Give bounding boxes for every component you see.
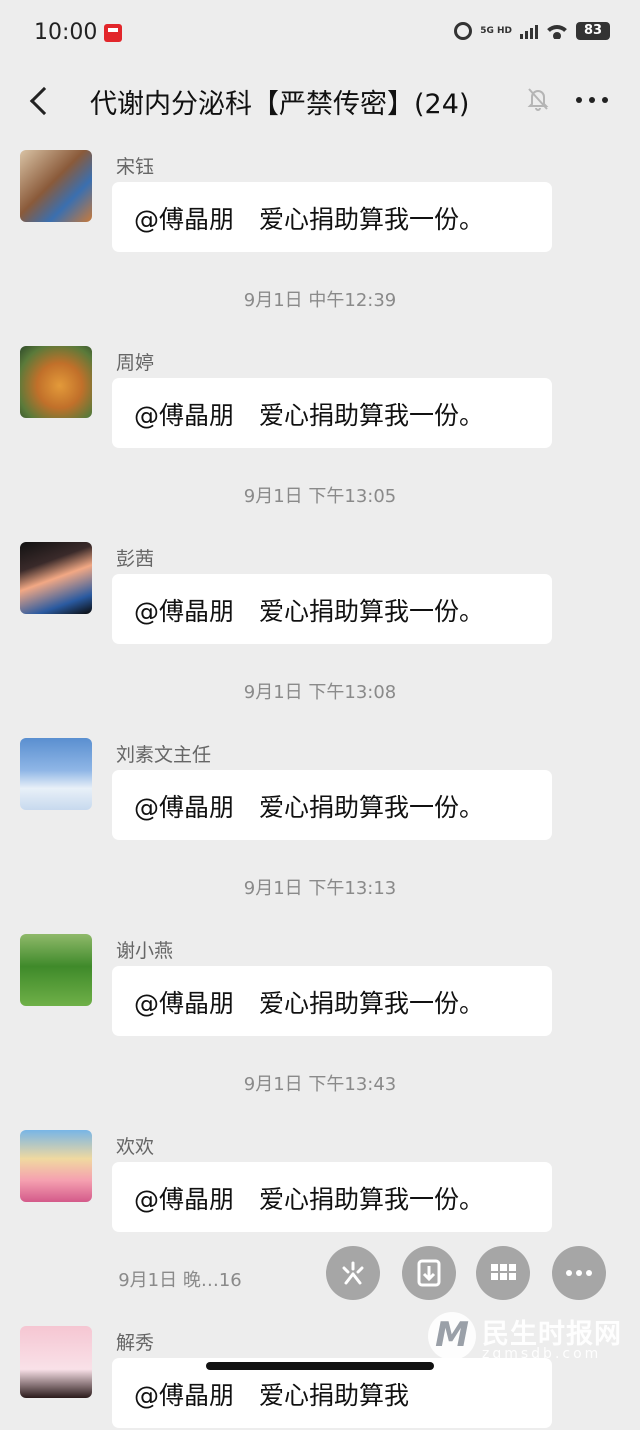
system-icons: 5G HD 83 xyxy=(454,22,610,40)
grid-icon[interactable] xyxy=(476,1246,530,1300)
message-bubble[interactable]: @傅晶朋 爱心捐助算我一份。 xyxy=(112,1162,552,1232)
battery-icon: 83 xyxy=(576,22,610,40)
message-text: @傅晶朋 爱心捐助算我一份。 xyxy=(134,989,485,1018)
sparkle-icon[interactable] xyxy=(326,1246,380,1300)
message-text: @傅晶朋 爱心捐助算我一份。 xyxy=(134,1185,485,1214)
app-notification-icon xyxy=(104,24,122,42)
message-item: 周婷 @傅晶朋 爱心捐助算我一份。 xyxy=(0,330,640,450)
alarm-icon xyxy=(454,22,473,40)
message-bubble[interactable]: @傅晶朋 爱心捐助算我一份。 xyxy=(112,182,552,252)
chat-header: 代谢内分泌科【严禁传密】(24) xyxy=(0,68,640,134)
message-item: 谢小燕 @傅晶朋 爱心捐助算我一份。 xyxy=(0,918,640,1038)
message-item: 宋钰 @傅晶朋 爱心捐助算我一份。 xyxy=(0,134,640,254)
message-bubble[interactable]: @傅晶朋 爱心捐助算我一份。 xyxy=(112,574,552,644)
timestamp: 9月1日 下午13:08 xyxy=(243,682,397,703)
avatar[interactable] xyxy=(20,1326,92,1398)
message-text: @傅晶朋 爱心捐助算我一份。 xyxy=(134,597,485,626)
timestamp: 9月1日 下午13:43 xyxy=(243,1074,397,1095)
message-item: 欢欢 @傅晶朋 爱心捐助算我一份。 xyxy=(0,1114,640,1234)
message-item: 刘素文主任 @傅晶朋 爱心捐助算我一份。 xyxy=(0,722,640,842)
timestamp: 9月1日 下午13:05 xyxy=(243,486,397,507)
status-time: 10:00 xyxy=(34,20,98,45)
sender-name: 周婷 xyxy=(116,352,155,374)
status-bar: 10:00 5G HD 83 xyxy=(0,0,640,68)
avatar[interactable] xyxy=(20,346,92,418)
sender-name: 解秀 xyxy=(116,1332,155,1354)
avatar[interactable] xyxy=(20,1130,92,1202)
avatar[interactable] xyxy=(20,542,92,614)
avatar[interactable] xyxy=(20,150,92,222)
message-bubble[interactable]: @傅晶朋 爱心捐助算我一份。 xyxy=(112,770,552,840)
watermark-logo-icon: M xyxy=(428,1312,476,1360)
sender-name: 刘素文主任 xyxy=(116,744,212,766)
bell-muted-icon xyxy=(526,86,550,112)
home-indicator[interactable] xyxy=(206,1362,434,1370)
message-item: 彭茜 @傅晶朋 爱心捐助算我一份。 xyxy=(0,526,640,646)
sender-name: 宋钰 xyxy=(116,156,155,178)
message-bubble[interactable]: @傅晶朋 爱心捐助算我一份。 xyxy=(112,966,552,1036)
message-text: @傅晶朋 爱心捐助算我一份。 xyxy=(134,401,485,430)
back-arrow-icon[interactable] xyxy=(26,84,58,116)
wifi-icon xyxy=(546,23,568,39)
sender-name: 谢小燕 xyxy=(116,940,174,962)
message-text: @傅晶朋 爱心捐助算我一份。 xyxy=(134,793,485,822)
avatar[interactable] xyxy=(20,934,92,1006)
download-icon[interactable] xyxy=(402,1246,456,1300)
chat-title: 代谢内分泌科【严禁传密】(24) xyxy=(90,89,470,120)
message-bubble[interactable]: @傅晶朋 爱心捐助算我一份。 xyxy=(112,378,552,448)
sender-name: 欢欢 xyxy=(116,1136,155,1158)
watermark-subtext: zgmsdb.com xyxy=(482,1346,602,1362)
network-type: 5G HD xyxy=(480,25,512,36)
watermark: M 民生时报网 zgmsdb.com xyxy=(428,1308,628,1368)
more-options-icon[interactable] xyxy=(552,1246,606,1300)
more-dots-icon[interactable] xyxy=(574,88,610,112)
signal-icon xyxy=(520,23,538,39)
avatar[interactable] xyxy=(20,738,92,810)
timestamp: 9月1日 下午13:13 xyxy=(243,878,397,899)
message-text: @傅晶朋 爱心捐助算我 xyxy=(134,1381,410,1410)
sender-name: 彭茜 xyxy=(116,548,155,570)
timestamp: 9月1日 中午12:39 xyxy=(243,290,397,311)
message-text: @傅晶朋 爱心捐助算我一份。 xyxy=(134,205,485,234)
